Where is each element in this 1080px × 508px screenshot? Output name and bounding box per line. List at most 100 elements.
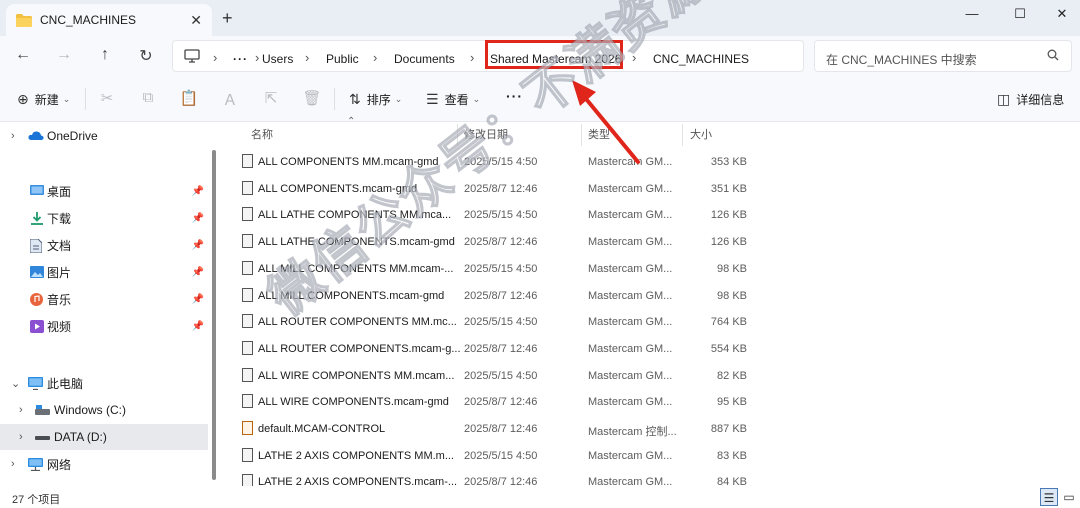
sidebar-scrollbar[interactable] bbox=[212, 150, 216, 480]
file-row[interactable]: ALL ROUTER COMPONENTS.mcam-g... 2025/8/7 … bbox=[238, 336, 758, 362]
file-type: Mastercam GM... bbox=[588, 209, 673, 222]
breadcrumb-separator: › bbox=[213, 50, 218, 65]
file-size: 98 KB bbox=[717, 262, 747, 275]
tab-close-icon[interactable]: ✕ bbox=[190, 12, 202, 29]
paste-icon[interactable]: 📋 bbox=[179, 89, 199, 107]
search-icon bbox=[1047, 49, 1059, 64]
pin-icon: 📌 bbox=[191, 266, 204, 278]
sort-label: 排序 bbox=[366, 93, 391, 107]
sidebar-item-desktop[interactable]: 桌面 📌 bbox=[0, 178, 208, 204]
back-button[interactable]: ← bbox=[13, 46, 33, 64]
file-icon bbox=[242, 340, 253, 355]
file-size: 83 KB bbox=[717, 449, 747, 462]
forward-button[interactable]: → bbox=[54, 46, 74, 64]
toolbar-divider bbox=[85, 88, 86, 110]
pin-icon: 📌 bbox=[191, 212, 204, 224]
sidebar-item-windows-c[interactable]: › Windows (C:) bbox=[0, 397, 208, 423]
details-label: 详细信息 bbox=[1016, 93, 1065, 107]
details-pane-icon: ◫ bbox=[997, 91, 1011, 107]
video-icon bbox=[30, 320, 44, 333]
file-size: 126 KB bbox=[710, 209, 747, 222]
window-tab[interactable]: CNC_MACHINES ✕ bbox=[6, 4, 212, 36]
minimize-button[interactable]: — bbox=[960, 6, 984, 21]
file-type: Mastercam GM... bbox=[588, 262, 673, 275]
sidebar-item-documents[interactable]: 文档 📌 bbox=[0, 232, 208, 258]
sidebar-item-label: DATA (D:) bbox=[54, 430, 107, 444]
details-view-icon[interactable]: ☰ bbox=[1040, 488, 1058, 506]
maximize-button[interactable]: ☐ bbox=[1008, 6, 1032, 22]
item-count: 27 个项目 bbox=[12, 494, 61, 506]
file-modified: 2025/8/7 12:46 bbox=[464, 396, 538, 409]
folder-icon bbox=[16, 13, 32, 27]
share-icon[interactable]: ⇱ bbox=[261, 89, 281, 107]
file-type: Mastercam GM... bbox=[588, 342, 673, 355]
file-row[interactable]: ALL COMPONENTS.mcam-gmd 2025/8/7 12:46 Mas… bbox=[238, 176, 758, 202]
computer-icon bbox=[184, 49, 200, 66]
file-row[interactable]: ALL WIRE COMPONENTS MM.mcam... 2025/5/15 … bbox=[238, 363, 758, 389]
file-modified: 2025/5/15 4:50 bbox=[464, 449, 538, 462]
sidebar-item-videos[interactable]: 视频 📌 bbox=[0, 313, 208, 339]
breadcrumb-documents[interactable]: Documents bbox=[394, 52, 455, 66]
chevron-down-icon: ⌄ bbox=[62, 94, 71, 104]
column-header-name[interactable]: 名称 bbox=[251, 126, 273, 142]
file-type: Mastercam GM... bbox=[588, 182, 673, 195]
navigation-pane: › OneDrive 桌面 📌 下载 📌 文档 📌 图片 📌 音乐 📌 视频 📌… bbox=[0, 122, 216, 486]
sidebar-item-this-pc[interactable]: ⌄ 此电脑 bbox=[0, 370, 208, 396]
file-row[interactable]: ALL WIRE COMPONENTS.mcam-gmd 2025/8/7 12:… bbox=[238, 389, 758, 415]
breadcrumb-cnc-machines[interactable]: CNC_MACHINES bbox=[653, 52, 749, 66]
column-divider[interactable] bbox=[682, 124, 683, 146]
sidebar-item-pictures[interactable]: 图片 📌 bbox=[0, 259, 208, 285]
search-box[interactable]: 在 CNC_MACHINES 中搜索 bbox=[814, 40, 1072, 72]
sidebar-item-label: 文档 bbox=[47, 238, 72, 253]
rename-icon[interactable]: Ａ bbox=[220, 89, 240, 110]
chevron-right-icon: › bbox=[11, 130, 15, 142]
cut-icon[interactable]: ✂ bbox=[97, 89, 117, 107]
sidebar-item-music[interactable]: 音乐 📌 bbox=[0, 286, 208, 312]
file-modified: 2025/8/7 12:46 bbox=[464, 289, 538, 302]
file-row[interactable]: LATHE 2 AXIS COMPONENTS MM.m... 2025/5/15… bbox=[238, 443, 758, 469]
tab-title: CNC_MACHINES bbox=[40, 13, 137, 27]
close-window-button[interactable]: ✕ bbox=[1050, 6, 1074, 22]
file-icon bbox=[242, 154, 253, 168]
tiles-view-icon[interactable]: ▭ bbox=[1060, 488, 1078, 506]
file-icon bbox=[242, 394, 253, 409]
computer-icon bbox=[28, 377, 43, 391]
sort-button[interactable]: ⇅ 排序 ⌄ bbox=[349, 91, 402, 108]
file-row[interactable]: default.MCAM-CONTROL 2025/8/7 12:46 Master… bbox=[238, 416, 758, 442]
file-size: 554 KB bbox=[710, 342, 747, 355]
download-icon bbox=[30, 212, 44, 225]
column-header-size[interactable]: 大小 bbox=[690, 126, 712, 142]
file-name: ALL WIRE COMPONENTS MM.mcam... bbox=[258, 369, 455, 382]
new-button[interactable]: ⊕ 新建 ⌄ bbox=[17, 91, 70, 108]
control-file-icon bbox=[242, 421, 253, 435]
drive-icon bbox=[35, 431, 50, 443]
sidebar-item-data-d[interactable]: › DATA (D:) bbox=[0, 424, 208, 450]
new-tab-button[interactable]: + bbox=[222, 8, 233, 29]
file-type: Mastercam GM... bbox=[588, 236, 673, 249]
chevron-right-icon: › bbox=[19, 404, 23, 416]
copy-icon[interactable]: ⧉ bbox=[138, 89, 158, 106]
file-modified: 2025/8/7 12:46 bbox=[464, 342, 538, 355]
file-modified: 2025/5/15 4:50 bbox=[464, 262, 538, 275]
breadcrumb-overflow[interactable]: ··· bbox=[233, 52, 248, 66]
sidebar-item-onedrive[interactable]: › OneDrive bbox=[0, 123, 208, 149]
file-type: Mastercam GM... bbox=[588, 369, 673, 382]
file-modified: 2025/8/7 12:46 bbox=[464, 423, 538, 435]
file-modified: 2025/8/7 12:46 bbox=[464, 236, 538, 249]
file-icon bbox=[242, 367, 253, 382]
sidebar-item-network[interactable]: › 网络 bbox=[0, 451, 208, 477]
details-pane-button[interactable]: ◫ 详细信息 bbox=[997, 91, 1064, 108]
breadcrumb-users[interactable]: Users bbox=[262, 52, 293, 66]
file-size: 764 KB bbox=[710, 316, 747, 329]
up-button[interactable]: ↑ bbox=[95, 46, 115, 64]
file-size: 98 KB bbox=[717, 289, 747, 302]
file-size: 82 KB bbox=[717, 369, 747, 382]
file-icon bbox=[242, 180, 253, 195]
delete-icon[interactable]: 🗑 bbox=[302, 89, 322, 107]
title-bar: CNC_MACHINES ✕ + — ☐ ✕ bbox=[0, 0, 1080, 36]
breadcrumb-public[interactable]: Public bbox=[326, 52, 359, 66]
picture-icon bbox=[30, 266, 44, 278]
refresh-button[interactable]: ↻ bbox=[136, 46, 156, 66]
status-bar: 27 个项目 ☰ ▭ bbox=[0, 486, 1080, 508]
sidebar-item-downloads[interactable]: 下载 📌 bbox=[0, 205, 208, 231]
